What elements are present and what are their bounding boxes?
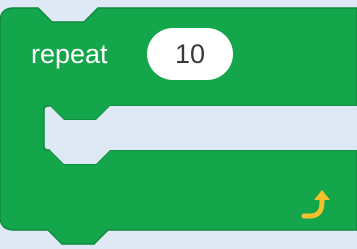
repeat-count-value: 10 <box>174 38 206 69</box>
repeat-label: repeat <box>31 39 108 69</box>
loop-arrow-icon <box>301 190 330 219</box>
repeat-count-input[interactable]: 10 <box>147 28 233 80</box>
block-workspace: repeat 10 <box>0 0 357 249</box>
